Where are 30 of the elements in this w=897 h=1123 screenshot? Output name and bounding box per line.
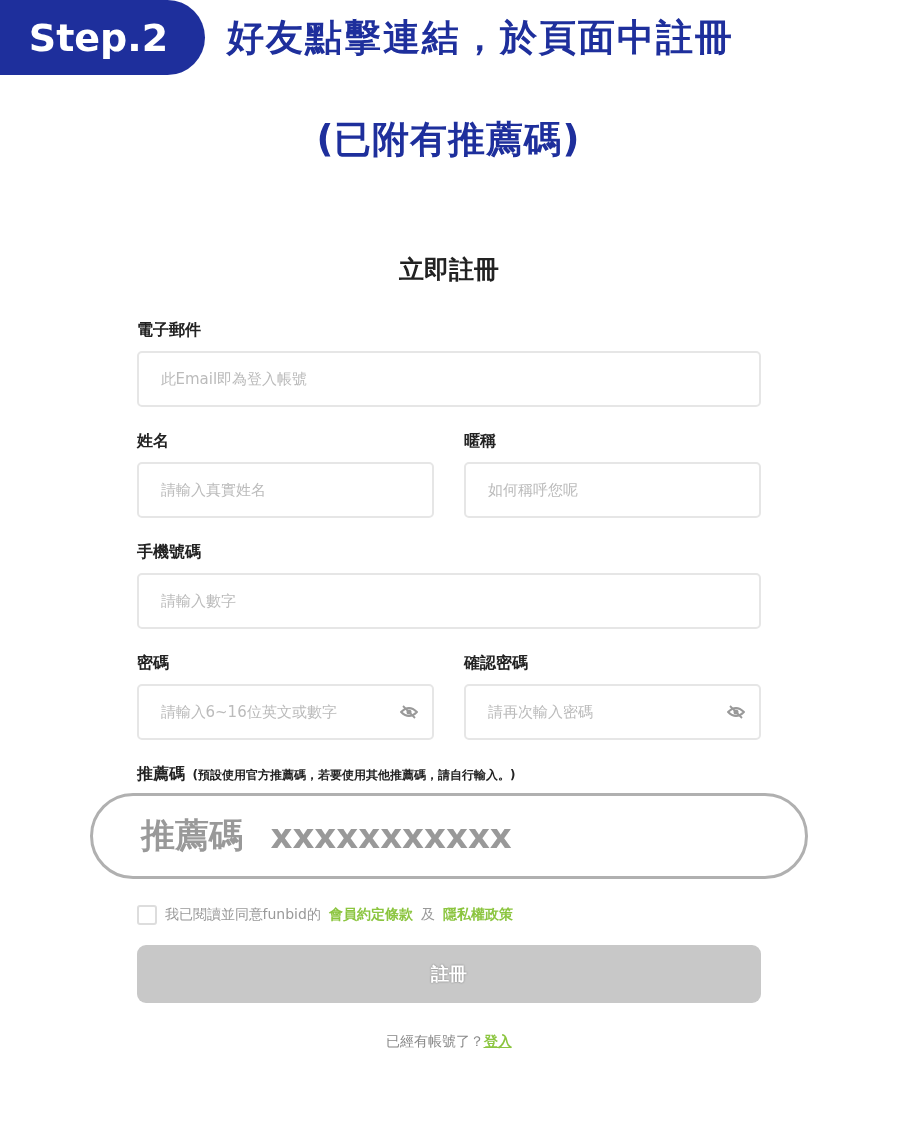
step-subtitle: (已附有推薦碼) [316, 117, 581, 163]
field-value: xxxxxxxxxxx [270, 816, 512, 856]
footer-text: 已經有帳號了？ [385, 1033, 484, 1049]
input-field[interactable]: 請再次輸入密碼 [463, 684, 761, 740]
input-field[interactable]: 此Email即為登入帳號 [136, 351, 761, 407]
checkbox[interactable] [136, 905, 157, 925]
step-title: 好友點擊連結，於頁面中註冊 [227, 14, 734, 61]
eye-hidden-icon[interactable] [726, 705, 745, 719]
input-field[interactable]: 請輸入6~16位英文或數字 [136, 684, 434, 740]
field-label: 電子郵件 [136, 320, 201, 341]
field-label: 手機號碼 [136, 542, 201, 563]
input-field[interactable]: 請輸入數字 [136, 573, 761, 629]
field-label: 密碼 [136, 653, 169, 674]
eye-hidden-icon[interactable] [399, 705, 418, 719]
referral-note: (預設使用官方推薦碼，若要使用其他推薦碼，請自行輸入。) [192, 768, 516, 782]
form-title: 立即註冊 [398, 254, 499, 286]
referral-code-field[interactable]: 推薦碼 xxxxxxxxxxx [89, 793, 808, 879]
step-badge: Step.2 [0, 0, 205, 75]
privacy-link[interactable]: 隱私權政策 [442, 906, 513, 924]
terms-link[interactable]: 會員約定條款 [328, 906, 413, 924]
field-label: 姓名 [136, 431, 169, 452]
input-field[interactable]: 請輸入真實姓名 [136, 462, 434, 518]
input-field[interactable]: 如何稱呼您呢 [463, 462, 761, 518]
field-label: 確認密碼 [463, 653, 528, 674]
agreement-text: 我已閱讀並同意funbid的 [164, 906, 321, 924]
field-label: 推薦碼 [136, 764, 185, 783]
field-label: 暱稱 [463, 431, 496, 452]
conjunction-text: 及 [420, 906, 435, 924]
field-prefix: 推薦碼 [140, 814, 243, 857]
login-link[interactable]: 登入 [483, 1033, 512, 1049]
